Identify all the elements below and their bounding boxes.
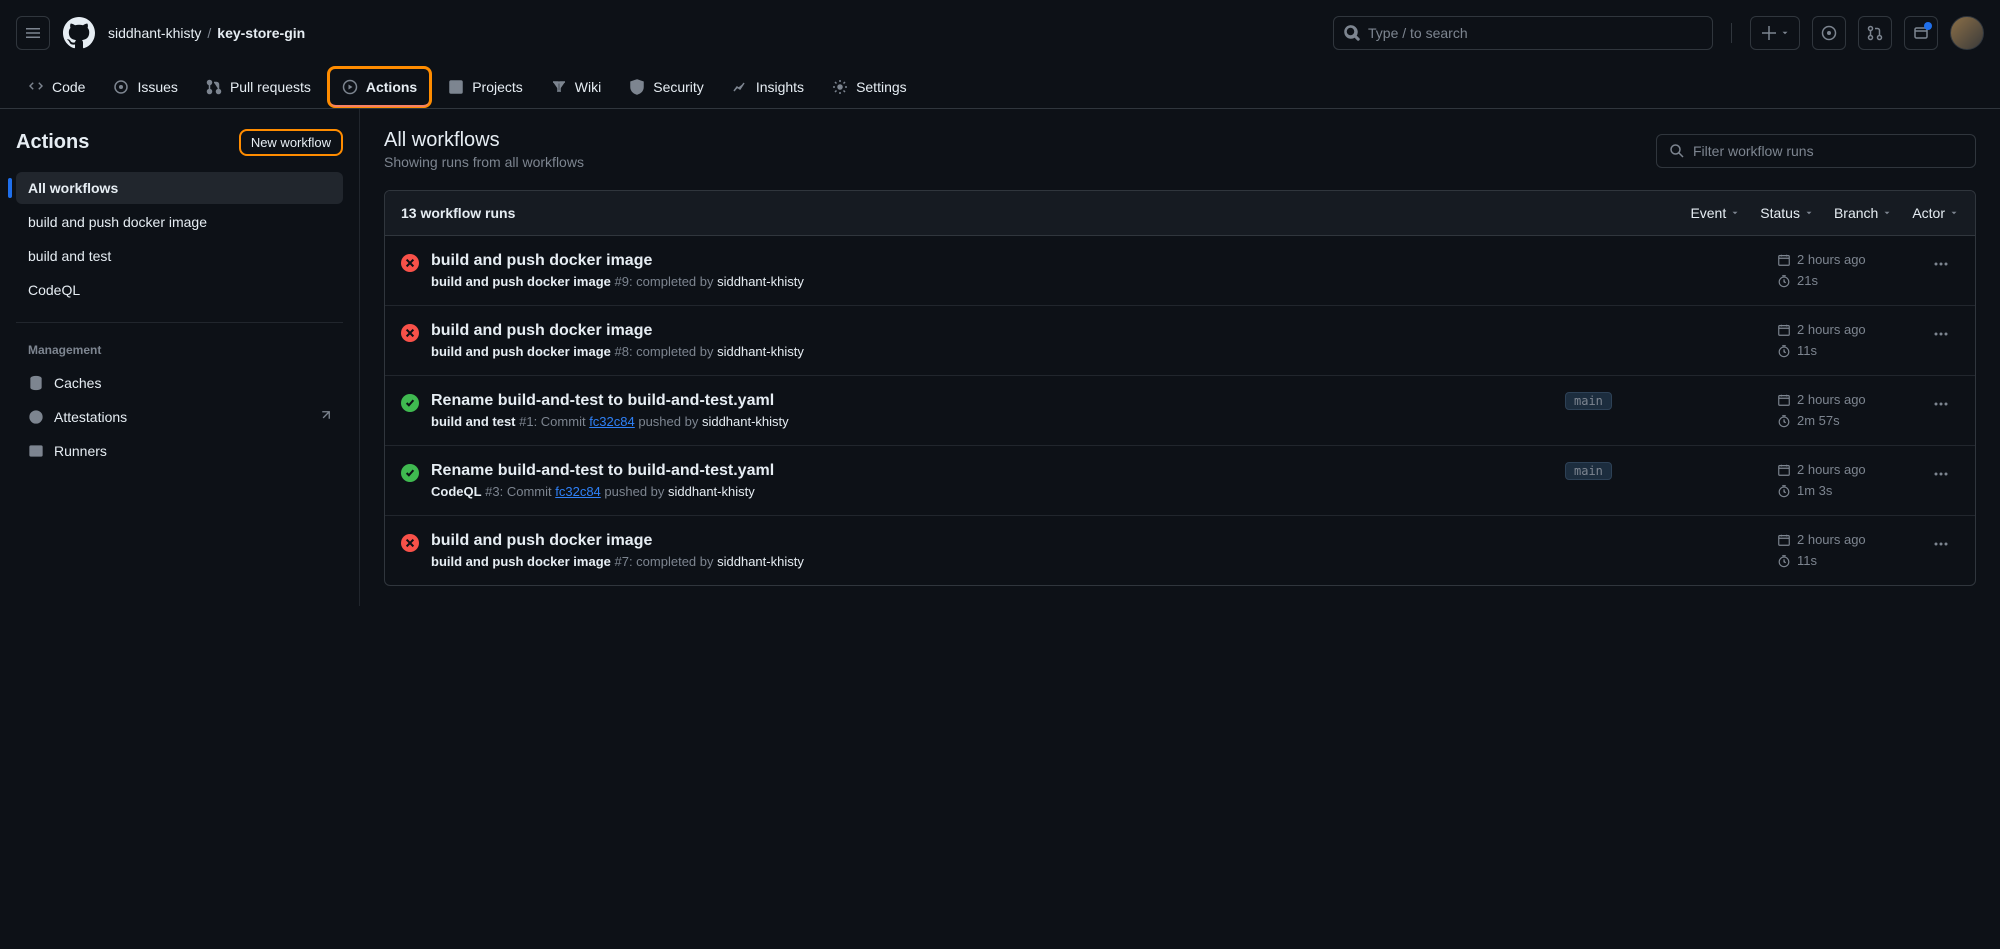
search-placeholder-text: Type / to search [1368, 25, 1468, 41]
workflow-run-row: build and push docker imagebuild and pus… [385, 516, 1975, 585]
repo-link[interactable]: key-store-gin [217, 25, 305, 41]
nav-actions[interactable]: Actions [330, 69, 429, 107]
run-meta: build and push docker image #8: complete… [431, 344, 1553, 359]
run-duration: 2m 57s [1777, 413, 1917, 428]
user-link[interactable]: siddhant-khisty [717, 274, 804, 289]
filter-branch[interactable]: Branch [1834, 205, 1892, 221]
status-failed-icon [401, 254, 419, 272]
run-menu-button[interactable] [1929, 532, 1953, 556]
filter-placeholder: Filter workflow runs [1693, 143, 1814, 159]
user-link[interactable]: siddhant-khisty [717, 344, 804, 359]
workflow-run-row: Rename build-and-test to build-and-test.… [385, 446, 1975, 516]
workflow-run-row: Rename build-and-test to build-and-test.… [385, 376, 1975, 446]
commit-link[interactable]: fc32c84 [555, 484, 601, 499]
run-timestamp: 2 hours ago [1777, 532, 1917, 547]
status-success-icon [401, 394, 419, 412]
commit-link[interactable]: fc32c84 [589, 414, 635, 429]
nav-settings[interactable]: Settings [820, 69, 919, 105]
breadcrumb-separator: / [207, 25, 211, 41]
run-workflow-name[interactable]: CodeQL [431, 484, 482, 499]
filter-actor[interactable]: Actor [1912, 205, 1959, 221]
breadcrumb: siddhant-khisty / key-store-gin [108, 25, 305, 41]
notifications-button[interactable] [1904, 16, 1938, 50]
sidebar-workflow-item[interactable]: build and push docker image [16, 206, 343, 238]
sidebar-workflow-item[interactable]: build and test [16, 240, 343, 272]
run-title-link[interactable]: Rename build-and-test to build-and-test.… [431, 392, 1553, 410]
run-menu-button[interactable] [1929, 462, 1953, 486]
nav-projects[interactable]: Projects [436, 69, 535, 105]
menu-toggle[interactable] [16, 16, 50, 50]
status-success-icon [401, 464, 419, 482]
run-menu-button[interactable] [1929, 322, 1953, 346]
user-link[interactable]: siddhant-khisty [717, 554, 804, 569]
sidebar-title: Actions [16, 131, 89, 154]
global-search[interactable]: Type / to search [1333, 16, 1713, 50]
run-meta: build and push docker image #7: complete… [431, 554, 1553, 569]
run-title-link[interactable]: build and push docker image [431, 252, 1553, 270]
filter-runs-input[interactable]: Filter workflow runs [1656, 134, 1976, 168]
run-duration: 21s [1777, 273, 1917, 288]
run-title-link[interactable]: build and push docker image [431, 532, 1553, 550]
run-title-link[interactable]: build and push docker image [431, 322, 1553, 340]
workflow-run-row: build and push docker imagebuild and pus… [385, 236, 1975, 306]
branch-tag[interactable]: main [1565, 462, 1612, 480]
sidebar-workflow-item[interactable]: CodeQL [16, 274, 343, 306]
filter-event[interactable]: Event [1690, 205, 1740, 221]
sidebar-all-workflows[interactable]: All workflows [16, 172, 343, 204]
external-link-icon [317, 410, 331, 424]
run-workflow-name[interactable]: build and push docker image [431, 344, 611, 359]
nav-actions-highlight: Actions [327, 66, 432, 108]
branch-tag[interactable]: main [1565, 392, 1612, 410]
owner-link[interactable]: siddhant-khisty [108, 25, 201, 41]
run-meta: build and push docker image #9: complete… [431, 274, 1553, 289]
nav-pulls[interactable]: Pull requests [194, 69, 323, 105]
issues-button[interactable] [1812, 16, 1846, 50]
notification-indicator [1924, 22, 1932, 30]
run-menu-button[interactable] [1929, 392, 1953, 416]
create-new-button[interactable] [1750, 16, 1800, 50]
sidebar-caches[interactable]: Caches [16, 367, 343, 399]
run-timestamp: 2 hours ago [1777, 322, 1917, 337]
run-meta: CodeQL #3: Commit fc32c84 pushed by sidd… [431, 484, 1553, 499]
nav-code[interactable]: Code [16, 69, 97, 105]
status-failed-icon [401, 534, 419, 552]
github-logo[interactable] [62, 16, 96, 50]
run-timestamp: 2 hours ago [1777, 252, 1917, 267]
user-avatar[interactable] [1950, 16, 1984, 50]
run-duration: 1m 3s [1777, 483, 1917, 498]
sidebar-runners[interactable]: Runners [16, 435, 343, 467]
run-workflow-name[interactable]: build and push docker image [431, 554, 611, 569]
user-link[interactable]: siddhant-khisty [702, 414, 789, 429]
new-workflow-button[interactable]: New workflow [239, 129, 343, 156]
runs-count: 13 workflow runs [401, 205, 515, 221]
run-duration: 11s [1777, 553, 1917, 568]
run-meta: build and test #1: Commit fc32c84 pushed… [431, 414, 1553, 429]
sidebar-attestations[interactable]: Attestations [16, 401, 343, 433]
user-link[interactable]: siddhant-khisty [668, 484, 755, 499]
run-workflow-name[interactable]: build and test [431, 414, 516, 429]
run-workflow-name[interactable]: build and push docker image [431, 274, 611, 289]
nav-issues[interactable]: Issues [101, 69, 189, 105]
run-duration: 11s [1777, 343, 1917, 358]
management-heading: Management [16, 339, 343, 361]
status-failed-icon [401, 324, 419, 342]
run-title-link[interactable]: Rename build-and-test to build-and-test.… [431, 462, 1553, 480]
nav-security[interactable]: Security [617, 69, 716, 105]
nav-insights[interactable]: Insights [720, 69, 816, 105]
run-timestamp: 2 hours ago [1777, 462, 1917, 477]
workflow-run-row: build and push docker imagebuild and pus… [385, 306, 1975, 376]
nav-wiki[interactable]: Wiki [539, 69, 613, 105]
run-menu-button[interactable] [1929, 252, 1953, 276]
pull-requests-button[interactable] [1858, 16, 1892, 50]
filter-status[interactable]: Status [1760, 205, 1814, 221]
run-timestamp: 2 hours ago [1777, 392, 1917, 407]
